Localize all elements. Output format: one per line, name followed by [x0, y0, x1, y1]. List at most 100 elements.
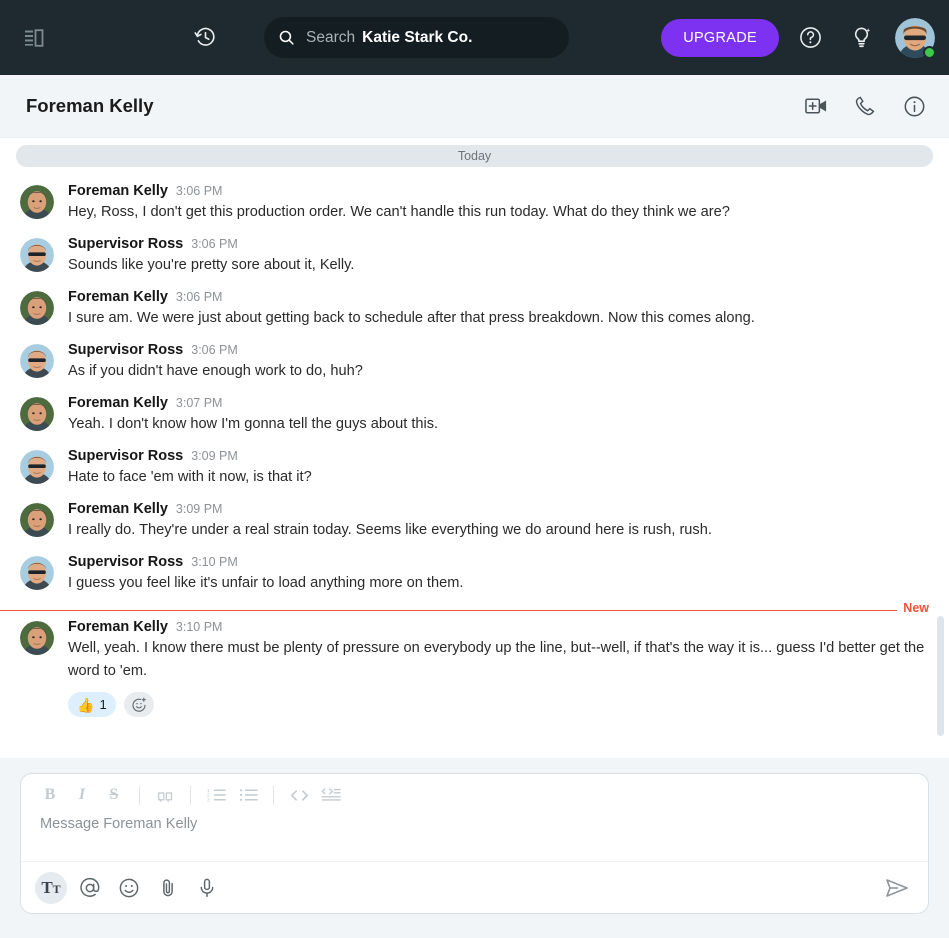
message-author: Supervisor Ross — [68, 236, 183, 252]
send-button[interactable] — [880, 871, 914, 905]
message-author: Foreman Kelly — [68, 619, 168, 635]
message-row: Foreman Kelly3:06 PMI sure am. We were j… — [0, 283, 949, 336]
message-avatar[interactable] — [20, 503, 54, 537]
italic-icon[interactable]: I — [67, 780, 97, 810]
message-body: Foreman Kelly 3:10 PM Well, yeah. I know… — [68, 619, 929, 717]
message-meta: Foreman Kelly 3:06 PM — [68, 183, 929, 199]
message-composer-area: B I S 1 2 3 — [0, 758, 949, 938]
microphone-icon[interactable] — [191, 872, 223, 904]
search-icon — [278, 29, 295, 46]
upgrade-button[interactable]: UPGRADE — [661, 19, 779, 57]
message-meta: Foreman Kelly 3:07 PM — [68, 395, 929, 411]
bulleted-list-icon[interactable] — [233, 780, 263, 810]
message-row: Foreman Kelly3:09 PMI really do. They're… — [0, 495, 949, 548]
message-body: Foreman Kelly3:07 PMYeah. I don't know h… — [68, 395, 929, 436]
lightbulb-sparkle-icon[interactable] — [841, 18, 881, 58]
message-reactions: 👍 1 — [68, 692, 929, 717]
bold-icon[interactable]: B — [35, 780, 65, 810]
attachment-icon[interactable] — [152, 872, 184, 904]
message-avatar[interactable] — [20, 291, 54, 325]
code-block-icon[interactable] — [316, 780, 346, 810]
message-timestamp: 3:06 PM — [176, 184, 223, 198]
message-author: Foreman Kelly — [68, 395, 168, 411]
avatar-image-ross — [20, 556, 54, 590]
message-avatar[interactable] — [20, 238, 54, 272]
message-timestamp: 3:06 PM — [191, 343, 238, 357]
conversation-header: Foreman Kelly — [0, 75, 949, 138]
message-text: Hey, Ross, I don't get this production o… — [68, 201, 929, 224]
message-author: Supervisor Ross — [68, 554, 183, 570]
avatar[interactable] — [895, 18, 935, 58]
avatar-image-ross — [20, 344, 54, 378]
message-body: Foreman Kelly3:09 PMI really do. They're… — [68, 501, 929, 542]
search-scope-value: Katie Stark Co. — [362, 29, 472, 47]
help-circle-icon[interactable] — [790, 18, 830, 58]
message-row: Supervisor Ross3:09 PM Hate to face 'em w… — [0, 442, 949, 495]
message-text: Hate to face 'em with it now, is that it… — [68, 466, 929, 489]
date-separator-label: Today — [458, 149, 491, 163]
message-list[interactable]: Today Foreman Kelly 3:06 PM Hey, Ross, I d… — [0, 138, 949, 758]
composer-action-bar: TT — [21, 861, 928, 913]
message-row: Foreman Kelly3:07 PMYeah. I don't know h… — [0, 389, 949, 442]
message-avatar[interactable] — [20, 397, 54, 431]
topbar-right-group: UPGRADE — [661, 0, 935, 75]
message-row: Supervisor Ross3:06 PMAs if you didn't h… — [0, 336, 949, 389]
message-avatar[interactable] — [20, 344, 54, 378]
message-author: Supervisor Ross — [68, 342, 183, 358]
top-navigation-bar: Search Katie Stark Co. UPGRADE — [0, 0, 949, 75]
search-input[interactable]: Search Katie Stark Co. — [264, 17, 569, 58]
message-meta: Supervisor Ross3:06 PM — [68, 236, 929, 252]
code-icon[interactable] — [284, 780, 314, 810]
message-list-scrollbar[interactable] — [937, 616, 944, 736]
message-input[interactable]: Message Foreman Kelly — [21, 816, 928, 861]
formatting-toolbar: B I S 1 2 3 — [21, 774, 928, 816]
add-reaction-icon[interactable] — [124, 692, 154, 717]
message-row: Supervisor Ross 3:10 PM I guess you feel l… — [0, 548, 949, 601]
emoji-icon[interactable] — [113, 872, 145, 904]
message-author: Foreman Kelly — [68, 501, 168, 517]
avatar-image-kelly — [20, 291, 54, 325]
message-body: Foreman Kelly3:06 PMI sure am. We were j… — [68, 289, 929, 330]
new-messages-label: New — [897, 601, 929, 615]
message-text: I guess you feel like it's unfair to loa… — [68, 572, 929, 595]
reaction-count: 1 — [99, 697, 106, 712]
message-text: I really do. They're under a real strain… — [68, 519, 929, 542]
message-meta: Supervisor Ross 3:06 PM — [68, 342, 929, 358]
toolbar-divider — [273, 786, 274, 805]
thumbsup-icon: 👍 — [77, 698, 94, 712]
message-body: Supervisor Ross 3:10 PM I guess you feel l… — [68, 554, 929, 595]
toolbar-divider — [190, 786, 191, 805]
format-text-icon[interactable]: TT — [35, 872, 67, 904]
panel-toggle-icon[interactable] — [14, 18, 54, 58]
message-body: Supervisor Ross3:06 PMSounds like you're… — [68, 236, 929, 277]
video-call-icon[interactable] — [803, 93, 829, 119]
avatar-image-ross — [20, 450, 54, 484]
reaction-pill-thumbsup[interactable]: 👍 1 — [68, 692, 116, 717]
history-clock-icon[interactable] — [185, 18, 225, 58]
search-placeholder-label: Search — [306, 29, 355, 47]
message-author: Foreman Kelly — [68, 183, 168, 199]
avatar-image-ross — [20, 238, 54, 272]
info-icon[interactable] — [901, 93, 927, 119]
message-text: I sure am. We were just about getting ba… — [68, 307, 929, 330]
phone-call-icon[interactable] — [852, 93, 878, 119]
mention-icon[interactable] — [74, 872, 106, 904]
message-meta: Foreman Kelly 3:10 PM — [68, 619, 929, 635]
message-avatar[interactable] — [20, 621, 54, 655]
message-body: Supervisor Ross3:06 PMAs if you didn't h… — [68, 342, 929, 383]
message-meta: Supervisor Ross 3:10 PM — [68, 554, 929, 570]
message-avatar[interactable] — [20, 185, 54, 219]
new-messages-divider: New — [0, 610, 929, 611]
ordered-list-icon[interactable]: 1 2 3 — [201, 780, 231, 810]
message-timestamp: 3:10 PM — [191, 555, 238, 569]
quote-icon[interactable] — [150, 780, 180, 810]
messages-container: Foreman Kelly 3:06 PM Hey, Ross, I don't g… — [0, 177, 949, 601]
message-row: Foreman Kelly 3:06 PM Hey, Ross, I don't g… — [0, 177, 949, 230]
message-avatar[interactable] — [20, 556, 54, 590]
message-avatar[interactable] — [20, 450, 54, 484]
online-status-indicator — [923, 46, 936, 59]
message-meta: Supervisor Ross3:09 PM — [68, 448, 929, 464]
message-timestamp: 3:07 PM — [176, 396, 223, 410]
message-body: Supervisor Ross3:09 PM Hate to face 'em w… — [68, 448, 929, 489]
strikethrough-icon[interactable]: S — [99, 780, 129, 810]
